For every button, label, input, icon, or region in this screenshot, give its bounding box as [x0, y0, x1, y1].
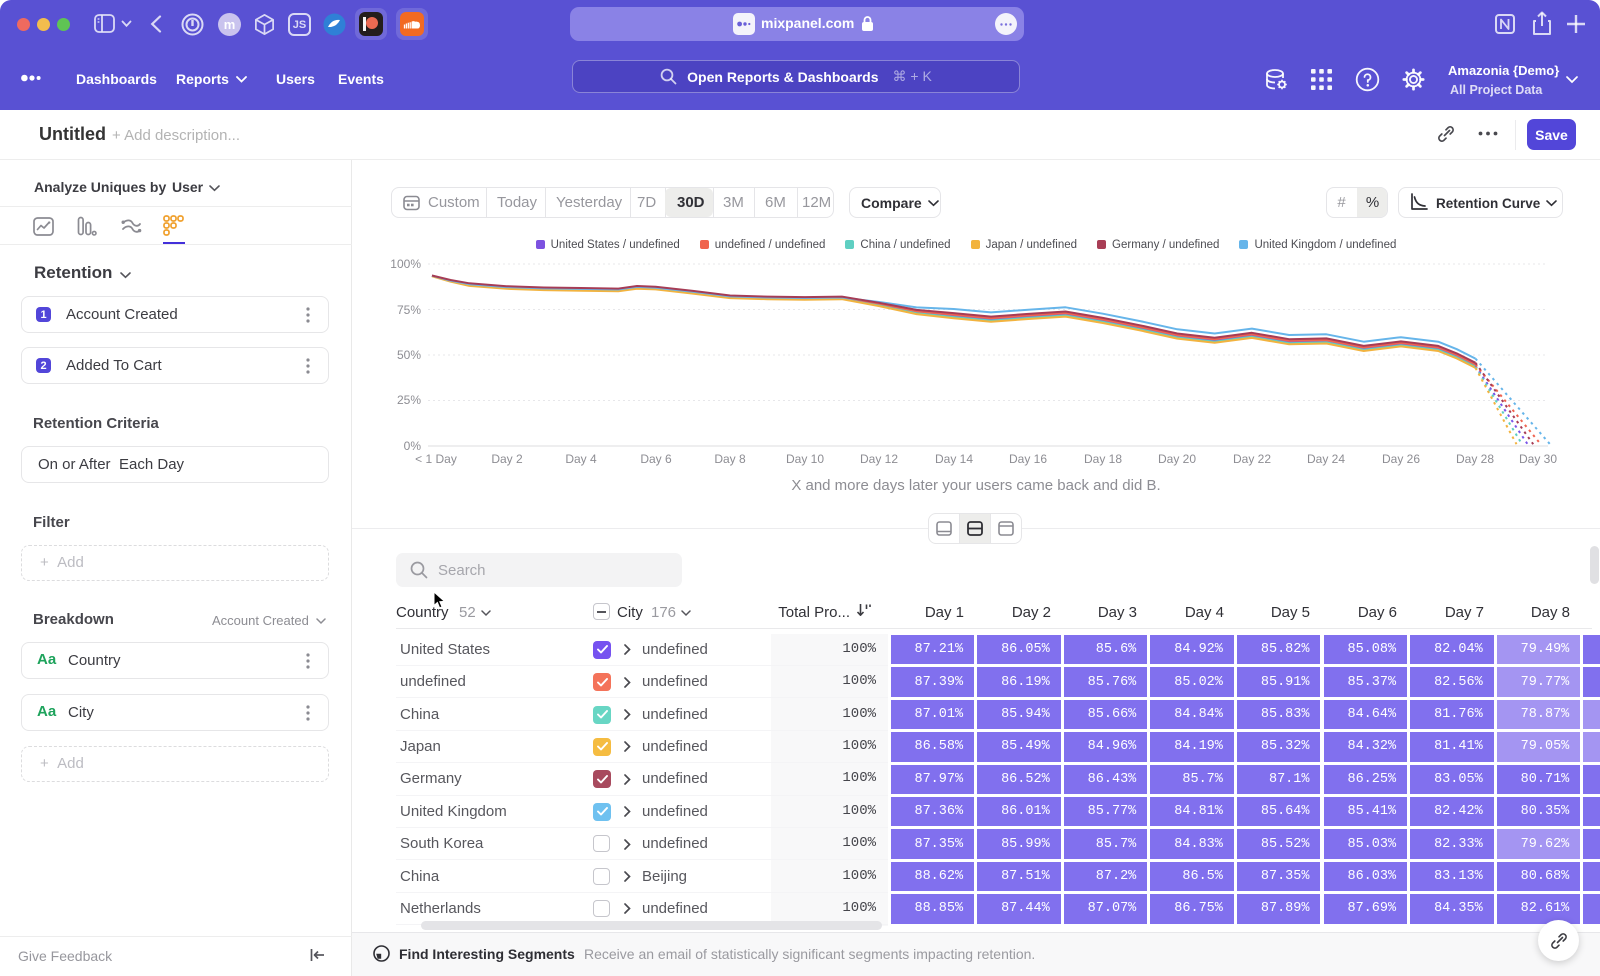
svg-text:Day 10: Day 10	[786, 452, 824, 466]
svg-text:50%: 50%	[397, 348, 421, 362]
svg-text:Day 24: Day 24	[1307, 452, 1345, 466]
svg-text:< 1 Day: < 1 Day	[415, 452, 457, 466]
svg-text:Day 26: Day 26	[1382, 452, 1420, 466]
svg-text:Day 30: Day 30	[1519, 452, 1557, 466]
svg-text:100%: 100%	[390, 257, 421, 271]
svg-text:0%: 0%	[404, 439, 422, 453]
svg-text:Day 6: Day 6	[640, 452, 672, 466]
svg-text:Day 20: Day 20	[1158, 452, 1196, 466]
svg-text:Day 12: Day 12	[860, 452, 898, 466]
svg-text:Day 18: Day 18	[1084, 452, 1122, 466]
svg-text:Day 16: Day 16	[1009, 452, 1047, 466]
svg-text:75%: 75%	[397, 303, 421, 317]
svg-text:Day 2: Day 2	[491, 452, 523, 466]
svg-text:Day 28: Day 28	[1456, 452, 1494, 466]
svg-text:Day 4: Day 4	[565, 452, 597, 466]
svg-text:Day 22: Day 22	[1233, 452, 1271, 466]
svg-text:25%: 25%	[397, 393, 421, 407]
svg-text:Day 14: Day 14	[935, 452, 973, 466]
svg-text:Day 8: Day 8	[714, 452, 746, 466]
